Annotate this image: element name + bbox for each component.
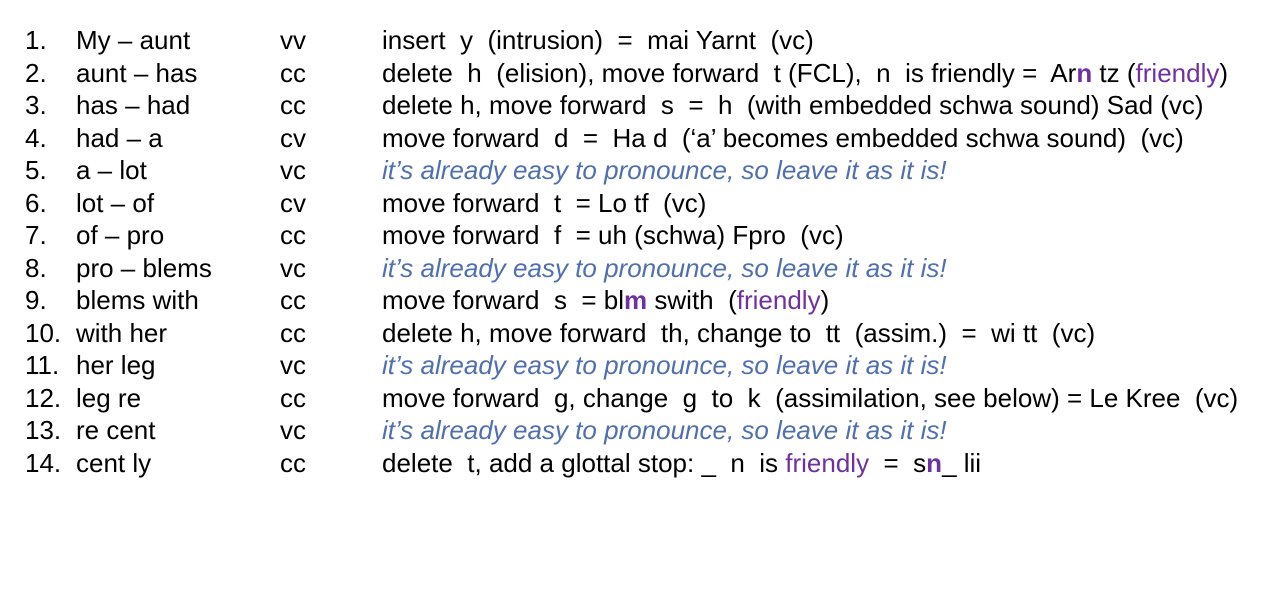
easy-note-text: it’s already easy to pronounce, so leave… — [382, 155, 947, 185]
item-number: 5. — [25, 155, 47, 185]
linking-description: insert y (intrusion) = mai Yarnt (vc) — [382, 24, 1272, 57]
boundary-type: vc — [280, 415, 306, 445]
item-number: 14. — [25, 447, 62, 478]
boundary-type: cc — [280, 382, 306, 413]
description-text: swith ( — [647, 285, 737, 315]
boundary-type: cc — [280, 90, 306, 120]
description-text: move forward f = uh (schwa) Fpro (vc) — [382, 220, 844, 250]
easy-note-text: it’s already easy to pronounce, so leave… — [382, 415, 947, 445]
description-text: ) — [1219, 57, 1229, 88]
list-item: 1. My – aunt vv insert y (intrusion) = mai … — [0, 24, 1286, 57]
item-number: 10. — [25, 317, 62, 348]
linking-description: delete t, add a glottal stop: _ n is fri… — [382, 447, 1272, 480]
linking-description: move forward f = uh (schwa) Fpro (vc) — [382, 219, 1272, 252]
boundary-type: cv — [280, 122, 306, 153]
item-number: 13. — [25, 415, 62, 445]
word-pair: pro – blems — [76, 252, 212, 283]
list-item: 5. a – lot vc it’s already easy to pronounc… — [0, 154, 1286, 187]
linking-description: delete h, move forward s = h (with embed… — [382, 89, 1272, 122]
description-text: move forward s = bl — [382, 285, 625, 315]
linking-description: move forward t = Lo tf (vc) — [382, 187, 1272, 220]
word-pair: had – a — [76, 122, 163, 153]
boundary-type: cc — [280, 317, 306, 348]
easy-note-text: it’s already easy to pronounce, so leave… — [382, 252, 947, 283]
list-item: 11. her leg vc it’s already easy to pronoun… — [0, 349, 1286, 382]
word-pair: cent ly — [76, 447, 152, 478]
boundary-type: cv — [280, 187, 306, 218]
boundary-type: vc — [280, 155, 306, 185]
list-item: 4. had – a cv move forward d = Ha d (‘a’ be… — [0, 122, 1286, 155]
description-text: ) — [820, 285, 830, 315]
list-item: 6. lot – of cv move forward t = Lo tf (vc) — [0, 187, 1286, 220]
boundary-type: vc — [280, 350, 306, 380]
item-number: 11. — [25, 350, 60, 380]
list-item: 13. re cent vc it’s already easy to pronoun… — [0, 414, 1286, 447]
boundary-type: cc — [280, 447, 306, 478]
description-text: tz ( — [1092, 57, 1136, 88]
linking-description: delete h, move forward th, change to tt … — [382, 317, 1272, 350]
word-pair: aunt – has — [76, 57, 198, 88]
item-number: 8. — [25, 252, 47, 283]
description-text: move forward g, change g to k (assimilat… — [382, 382, 1239, 413]
description-text: move forward t = Lo tf (vc) — [382, 187, 707, 218]
word-pair: re cent — [76, 415, 156, 445]
word-pair: leg re — [76, 382, 142, 413]
list-item: 7. of – pro cc move forward f = uh (schwa) … — [0, 219, 1286, 252]
friendly-highlight: friendly — [1135, 57, 1220, 88]
item-number: 9. — [25, 285, 47, 315]
friendly-highlight: m — [624, 285, 648, 315]
friendly-highlight: n — [1076, 57, 1093, 88]
item-number: 2. — [25, 57, 47, 88]
friendly-highlight: friendly — [736, 285, 821, 315]
list-item: 2. aunt – has cc delete h (elision), move f… — [0, 57, 1286, 90]
list-item: 14. cent ly cc delete t, add a glottal stop… — [0, 447, 1286, 480]
linking-description: move forward s = blm swith (friendly) — [382, 284, 1272, 317]
word-pair: with her — [76, 317, 168, 348]
word-pair: blems with — [76, 285, 199, 315]
description-text: delete h (elision), move forward t (FCL)… — [382, 57, 1077, 88]
list-item: 8. pro – blems vc it’s already easy to pron… — [0, 252, 1286, 285]
word-pair: a – lot — [76, 155, 147, 185]
list-item: 3. has – had cc delete h, move forward s = … — [0, 89, 1286, 122]
boundary-type: cc — [280, 220, 306, 250]
word-pair: lot – of — [76, 187, 155, 218]
linking-description: it’s already easy to pronounce, so leave… — [382, 154, 1272, 187]
description-text: delete h, move forward th, change to tt … — [382, 317, 1096, 348]
linking-description: it’s already easy to pronounce, so leave… — [382, 414, 1272, 447]
friendly-highlight: n — [926, 447, 943, 478]
list-item: 12. leg re cc move forward g, change g to k… — [0, 382, 1286, 415]
linking-description: it’s already easy to pronounce, so leave… — [382, 349, 1272, 382]
easy-note-text: it’s already easy to pronounce, so leave… — [382, 350, 947, 380]
item-number: 1. — [25, 25, 47, 55]
description-text: insert y (intrusion) = mai Yarnt (vc) — [382, 25, 814, 55]
linking-description: move forward d = Ha d (‘a’ becomes embed… — [382, 122, 1272, 155]
item-number: 7. — [25, 220, 47, 250]
word-pair: My – aunt — [76, 25, 191, 55]
word-pair: of – pro — [76, 220, 165, 250]
description-text: move forward d = Ha d (‘a’ becomes embed… — [382, 122, 1184, 153]
word-pair: has – had — [76, 90, 191, 120]
item-number: 6. — [25, 187, 47, 218]
description-text: _ lii — [942, 447, 982, 478]
list-item: 10. with her cc delete h, move forward th, … — [0, 317, 1286, 350]
word-pair: her leg — [76, 350, 156, 380]
boundary-type: vc — [280, 252, 306, 283]
boundary-type: cc — [280, 285, 306, 315]
item-number: 4. — [25, 122, 47, 153]
description-text: = s — [869, 447, 927, 478]
boundary-type: cc — [280, 57, 306, 88]
item-number: 3. — [25, 90, 47, 120]
friendly-highlight: friendly — [785, 447, 870, 478]
description-text: delete t, add a glottal stop: _ n is — [382, 447, 786, 478]
item-number: 12. — [25, 382, 62, 413]
linking-analysis-list: 1. My – aunt vv insert y (intrusion) = mai … — [0, 24, 1286, 479]
linking-description: delete h (elision), move forward t (FCL)… — [382, 57, 1272, 90]
boundary-type: vv — [280, 25, 306, 55]
description-text: delete h, move forward s = h (with embed… — [382, 90, 1204, 120]
linking-description: move forward g, change g to k (assimilat… — [382, 382, 1272, 415]
list-item: 9. blems with cc move forward s = blm swith… — [0, 284, 1286, 317]
linking-description: it’s already easy to pronounce, so leave… — [382, 252, 1272, 285]
